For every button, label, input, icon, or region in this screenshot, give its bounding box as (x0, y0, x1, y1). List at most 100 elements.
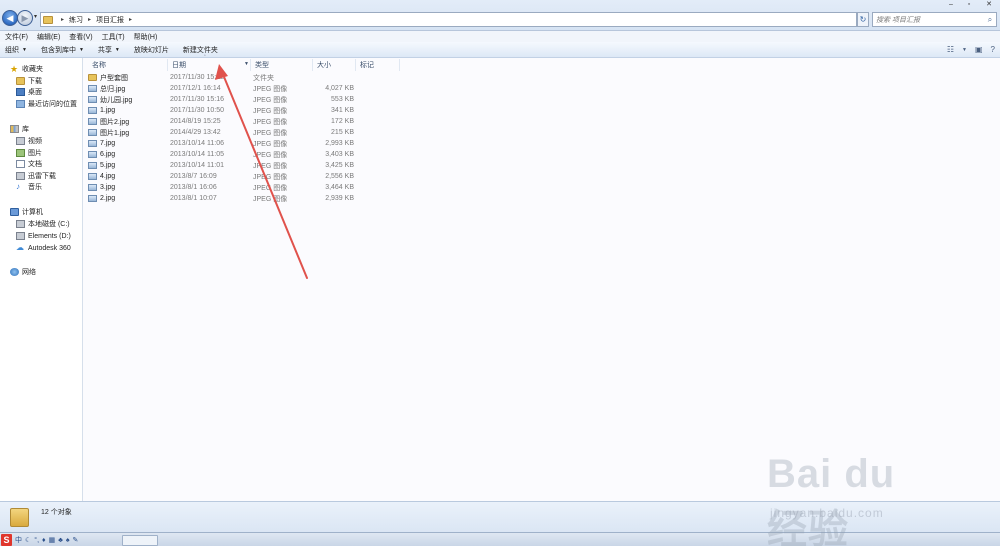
picture-library-icon (16, 149, 25, 157)
new-folder-label: 新建文件夹 (182, 46, 218, 54)
file-name: 4.jpg (100, 173, 116, 180)
refresh-button[interactable]: ↻ (857, 12, 869, 27)
menu-edit[interactable]: 编辑(E) (37, 32, 60, 42)
sidebar-item-documents[interactable]: 文档 (16, 159, 42, 169)
sidebar-item-thunder-downloads[interactable]: 迅雷下载 (16, 171, 56, 181)
sidebar-item-label: Elements (D:) (28, 232, 71, 240)
sidebar-item-label: 音乐 (28, 184, 42, 191)
sidebar-item-autodesk-360[interactable]: ☁ Autodesk 360 (16, 243, 71, 253)
organize-label: 组织 (5, 46, 19, 54)
folder-icon (10, 508, 29, 527)
file-type: JPEG 图像 (253, 107, 288, 115)
column-header-name[interactable]: 名称 (88, 59, 168, 71)
forward-button[interactable]: ▶ (17, 10, 33, 26)
back-button[interactable]: ◀ (2, 10, 18, 26)
taskbar-window-button[interactable] (122, 535, 158, 546)
column-header-size[interactable]: 大小 (313, 59, 356, 71)
sidebar-item-network[interactable]: 网络 (10, 267, 36, 277)
image-file-icon (88, 151, 97, 158)
sidebar-item-desktop[interactable]: 桌面 (16, 87, 42, 97)
image-file-icon (88, 173, 97, 180)
sidebar-item-computer[interactable]: 计算机 (10, 207, 43, 217)
sidebar-item-recent[interactable]: 最近访问的位置 (16, 99, 77, 109)
breadcrumb-item[interactable]: 练习 (69, 15, 83, 25)
sidebar-item-label: 最近访问的位置 (28, 101, 77, 108)
file-size: 2,939 KB (325, 195, 354, 202)
shirt-icon[interactable]: ♠ (66, 537, 70, 544)
file-date: 2017/12/1 16:14 (170, 85, 221, 92)
file-row[interactable]: 2.jpg 2013/8/1 10:07 JPEG 图像 2,939 KB (88, 193, 388, 204)
image-file-icon (88, 118, 97, 125)
column-header-date[interactable]: 日期 ▼ ˆ (168, 55, 251, 71)
wrench-icon[interactable]: ✎ (73, 536, 79, 544)
sidebar-item-music[interactable]: ♪ 音乐 (16, 182, 42, 192)
column-header-type[interactable]: 类型 (251, 59, 313, 71)
help-icon[interactable]: ? (991, 45, 995, 54)
sidebar-item-pictures[interactable]: 图片 (16, 148, 42, 158)
share-button[interactable]: 共享 ▼ (98, 45, 120, 55)
minimize-icon[interactable]: – (944, 0, 958, 9)
moon-icon[interactable]: ☾ (25, 536, 31, 544)
organize-button[interactable]: 组织 ▼ (5, 45, 27, 55)
file-row[interactable]: 1.jpg 2017/11/30 10:50 JPEG 图像 341 KB (88, 105, 388, 116)
people-icon[interactable]: ♣ (58, 537, 63, 544)
file-row[interactable]: 户型套图 2017/11/30 15:12 文件夹 (88, 72, 388, 83)
sidebar-item-libraries[interactable]: 库 (10, 124, 29, 134)
chevron-down-icon[interactable]: ▼ (962, 47, 967, 53)
ime-mode-label[interactable]: 中 (15, 535, 22, 545)
slideshow-button[interactable]: 放映幻灯片 (134, 45, 169, 55)
file-row[interactable]: 7.jpg 2013/10/14 11:06 JPEG 图像 2,993 KB (88, 138, 388, 149)
sogou-ime-icon[interactable]: S (1, 534, 12, 546)
search-icon[interactable]: ⌕ (984, 15, 996, 25)
file-list-pane: 名称 日期 ▼ ˆ 类型 大小 标记 户型套图 2017/11/30 15:12 文… (84, 55, 1000, 501)
library-icon (10, 125, 19, 133)
menu-tools[interactable]: 工具(T) (102, 32, 125, 42)
view-options-icon[interactable]: ☷ (947, 45, 954, 54)
search-input[interactable]: 搜索 项目汇报 ⌕ (872, 12, 997, 27)
image-file-icon (88, 140, 97, 147)
sidebar-item-favorites[interactable]: ★ 收藏夹 (10, 64, 43, 74)
keyboard-icon[interactable]: ▦ (49, 536, 56, 544)
file-size: 4,027 KB (325, 85, 354, 92)
sidebar-item-downloads[interactable]: 下载 (16, 76, 42, 86)
close-icon[interactable]: ✕ (982, 0, 996, 9)
file-type: JPEG 图像 (253, 85, 288, 93)
sidebar-item-local-disk-c[interactable]: 本地磁盘 (C:) (16, 219, 70, 229)
file-row[interactable]: 图片2.jpg 2014/8/19 15:25 JPEG 图像 172 KB (88, 116, 388, 127)
file-name: 1.jpg (100, 107, 116, 114)
sidebar-item-label: 文档 (28, 161, 42, 168)
chevron-right-icon[interactable]: ▸ (88, 16, 91, 23)
file-row[interactable]: 5.jpg 2013/10/14 11:01 JPEG 图像 3,425 KB (88, 160, 388, 171)
file-row[interactable]: 图片1.jpg 2014/4/29 13:42 JPEG 图像 215 KB (88, 127, 388, 138)
chevron-right-icon[interactable]: ▸ (129, 16, 132, 23)
file-row[interactable]: 3.jpg 2013/8/1 16:06 JPEG 图像 3,464 KB (88, 182, 388, 193)
image-file-icon (88, 162, 97, 169)
punctuation-icon[interactable]: °, (34, 537, 39, 544)
new-folder-button[interactable]: 新建文件夹 (183, 45, 218, 55)
file-row[interactable]: 幼儿园.jpg 2017/11/30 15:16 JPEG 图像 553 KB (88, 94, 388, 105)
sidebar-item-label: 桌面 (28, 89, 42, 96)
sidebar-item-label: 下载 (28, 78, 42, 85)
menu-file[interactable]: 文件(F) (5, 32, 28, 42)
column-header-tags[interactable]: 标记 (356, 59, 400, 71)
include-library-button[interactable]: 包含到库中 ▼ (41, 45, 84, 55)
file-name-cell: 图片1.jpg (88, 128, 166, 138)
ime-toolbar: S 中 ☾ °, ♦ ▦ ♣ ♠ ✎ (0, 533, 78, 546)
desktop-icon (16, 88, 25, 96)
sidebar-item-videos[interactable]: 视频 (16, 136, 42, 146)
file-row[interactable]: 总归.jpg 2017/12/1 16:14 JPEG 图像 4,027 KB (88, 83, 388, 94)
sidebar-item-elements-d[interactable]: Elements (D:) (16, 231, 71, 241)
breadcrumb-item[interactable]: 项目汇报 (96, 15, 124, 25)
menu-view[interactable]: 查看(V) (69, 32, 92, 42)
chevron-right-icon[interactable]: ▸ (61, 16, 64, 23)
recent-pages-dropdown[interactable]: ▾ (34, 13, 37, 20)
chevron-down-icon[interactable]: ▼ (244, 61, 249, 67)
preview-pane-icon[interactable]: ▣ (975, 45, 983, 54)
file-row[interactable]: 4.jpg 2013/8/7 16:09 JPEG 图像 2,556 KB (88, 171, 388, 182)
maximize-icon[interactable]: ▫ (962, 0, 976, 9)
hard-drive-icon (16, 232, 25, 240)
address-bar[interactable]: ▸ 练习 ▸ 项目汇报 ▸ (40, 12, 857, 27)
microphone-icon[interactable]: ♦ (42, 537, 46, 544)
file-row[interactable]: 6.jpg 2013/10/14 11:05 JPEG 图像 3,403 KB (88, 149, 388, 160)
menu-help[interactable]: 帮助(H) (134, 32, 158, 42)
